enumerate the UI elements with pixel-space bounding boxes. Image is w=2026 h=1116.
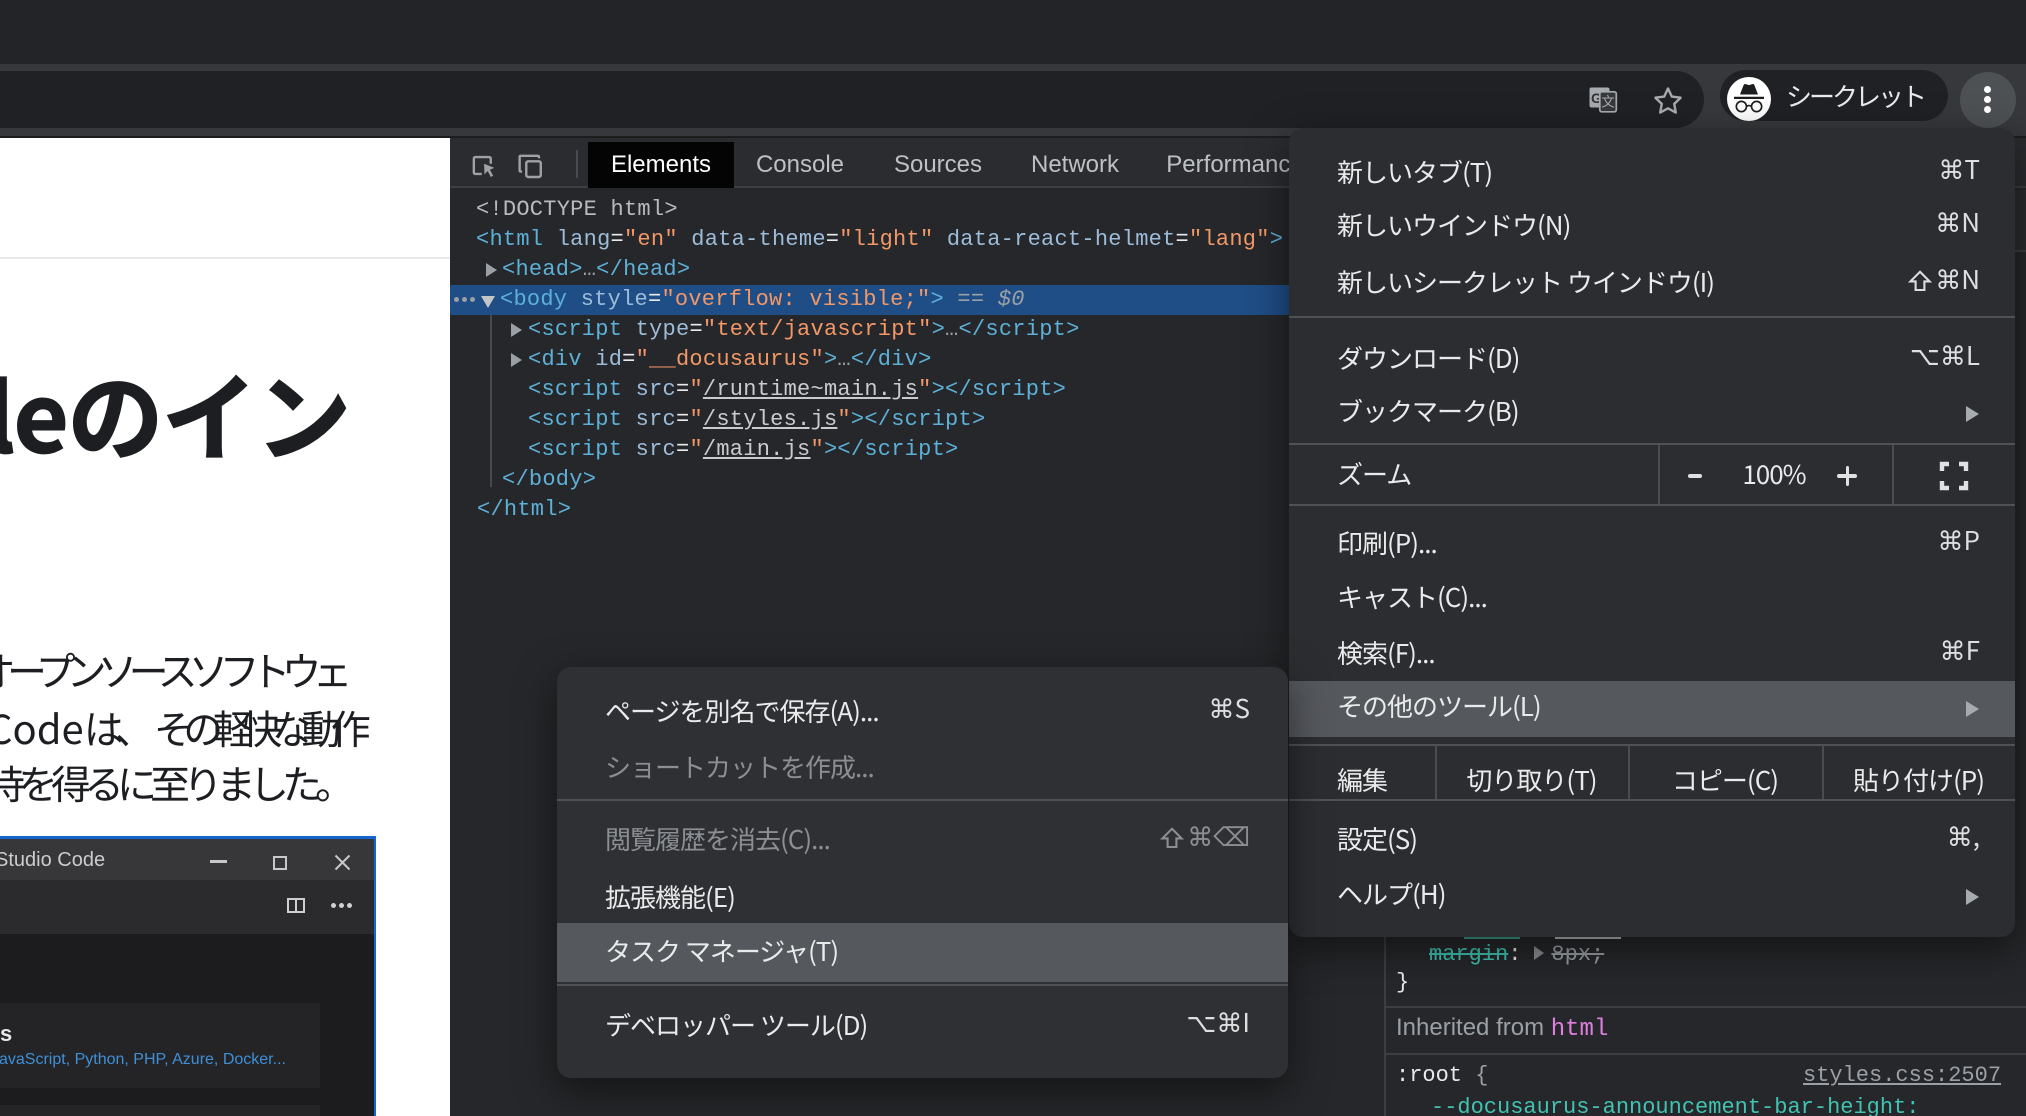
svg-text:文: 文 <box>1601 91 1615 111</box>
